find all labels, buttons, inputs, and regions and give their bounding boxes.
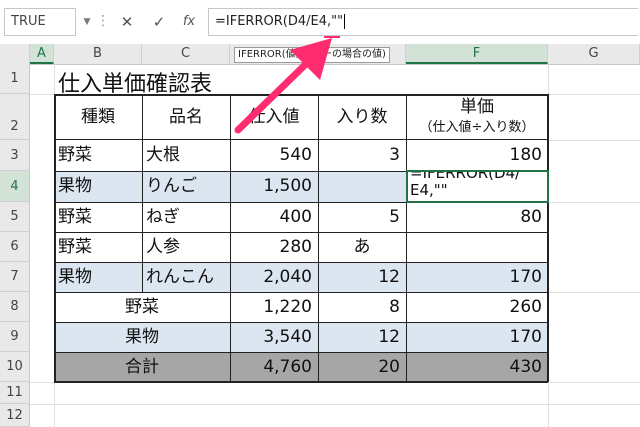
annotation-arrow (234, 38, 332, 134)
